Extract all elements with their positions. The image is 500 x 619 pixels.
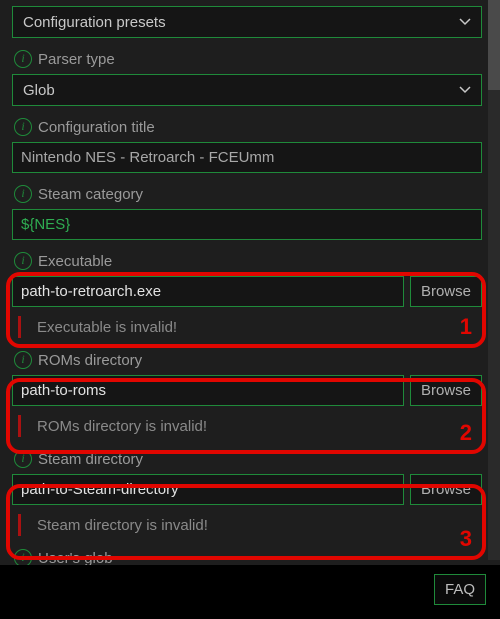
parser-type-label: Parser type [38,51,115,68]
roms-dir-browse-button[interactable]: Browse [410,375,482,406]
executable-label: Executable [38,253,112,270]
steam-category-label: Steam category [38,186,143,203]
steam-dir-browse-button[interactable]: Browse [410,474,482,505]
steam-dir-input-row: path-to-Steam-directory Browse [12,474,482,505]
error-bar-icon [18,514,21,536]
error-bar-icon [18,316,21,338]
parser-type-value: Glob [23,82,55,99]
users-glob-label: User's glob [38,550,113,567]
steam-category-input[interactable]: ${NES} [12,209,482,240]
executable-browse-button[interactable]: Browse [410,276,482,307]
parser-type-label-row: i Parser type [12,44,482,74]
executable-label-row: i Executable [12,246,482,276]
roms-dir-label: ROMs directory [38,352,142,369]
executable-error-row: Executable is invalid! [12,311,482,343]
roms-dir-input[interactable]: path-to-roms [12,375,404,406]
roms-dir-label-row: i ROMs directory [12,345,482,375]
config-title-input[interactable]: Nintendo NES - Retroarch - FCEUmm [12,142,482,173]
steam-dir-label: Steam directory [38,451,143,468]
roms-dir-error-text: ROMs directory is invalid! [37,418,207,435]
config-title-label-row: i Configuration title [12,112,482,142]
info-icon[interactable]: i [14,450,32,468]
config-presets-label: Configuration presets [23,14,166,31]
executable-input[interactable]: path-to-retroarch.exe [12,276,404,307]
parser-type-dropdown[interactable]: Glob [12,74,482,106]
error-bar-icon [18,415,21,437]
parser-config-panel: Configuration presets i Parser type Glob… [0,0,500,619]
bottom-bar [0,565,500,619]
roms-dir-input-row: path-to-roms Browse [12,375,482,406]
scrollbar-track[interactable] [488,0,500,560]
info-icon[interactable]: i [14,185,32,203]
steam-dir-error-row: Steam directory is invalid! [12,509,482,541]
roms-dir-error-row: ROMs directory is invalid! [12,410,482,442]
executable-input-row: path-to-retroarch.exe Browse [12,276,482,307]
steam-category-label-row: i Steam category [12,179,482,209]
steam-dir-error-text: Steam directory is invalid! [37,517,208,534]
info-icon[interactable]: i [14,118,32,136]
info-icon[interactable]: i [14,351,32,369]
config-title-label: Configuration title [38,119,155,136]
steam-dir-input[interactable]: path-to-Steam-directory [12,474,404,505]
executable-error-text: Executable is invalid! [37,319,177,336]
info-icon[interactable]: i [14,50,32,68]
chevron-down-icon [459,84,471,96]
info-icon[interactable]: i [14,252,32,270]
scrollbar-thumb[interactable] [488,0,500,90]
steam-dir-label-row: i Steam directory [12,444,482,474]
faq-button[interactable]: FAQ [434,574,486,605]
config-presets-dropdown[interactable]: Configuration presets [12,6,482,38]
chevron-down-icon [459,16,471,28]
